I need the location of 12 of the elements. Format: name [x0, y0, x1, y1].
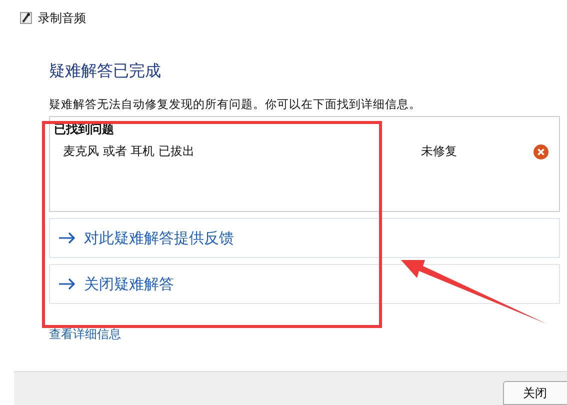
command-link[interactable]: 关闭疑难解答: [49, 264, 560, 304]
arrow-right-icon: [58, 232, 76, 244]
window-title: 录制音频: [38, 11, 86, 25]
microphone-icon: [20, 12, 32, 24]
details-link[interactable]: 查看详细信息: [49, 326, 121, 342]
arrow-right-icon: [58, 278, 76, 290]
problem-name: 麦克风 或者 耳机 已拔出: [63, 143, 196, 160]
command-link[interactable]: 对此疑难解答提供反馈: [49, 218, 560, 258]
heading: 疑难解答已完成: [49, 61, 162, 81]
problem-status: 未修复: [421, 143, 457, 160]
description: 疑难解答无法自动修复发现的所有问题。你可以在下面找到详细信息。: [49, 96, 422, 112]
close-button[interactable]: 关闭: [503, 381, 567, 405]
